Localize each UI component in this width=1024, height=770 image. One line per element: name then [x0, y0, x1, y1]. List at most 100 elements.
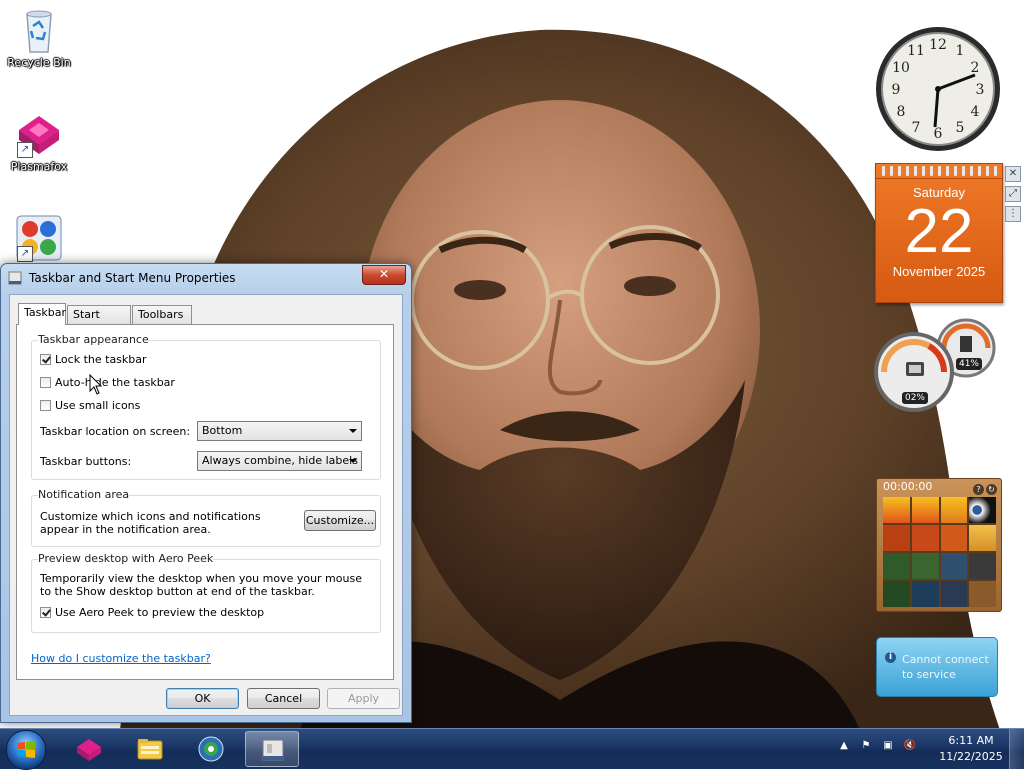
tab-start-menu[interactable]: Start Menu	[67, 305, 131, 339]
cpu-meter-icon	[874, 318, 996, 412]
desktop-icon-recycle-bin[interactable]: Recycle Bin	[1, 6, 77, 69]
desktop-icon-plasmafox[interactable]: ↗ Plasmafox	[1, 110, 77, 173]
plasmafox-icon: ↗	[15, 110, 63, 158]
puzzle-tile[interactable]	[911, 553, 939, 579]
calendar-gadget[interactable]: Saturday 22 November 2025	[875, 163, 1003, 303]
puzzle-tile[interactable]	[883, 553, 910, 579]
checkbox-checked-icon[interactable]	[40, 354, 51, 365]
puzzle-tile[interactable]	[883, 581, 910, 607]
desktop-icon-control-panel[interactable]: ↗	[1, 214, 77, 262]
show-hidden-icons-icon[interactable]: ▲	[836, 740, 852, 756]
checkbox-label: Use small icons	[55, 399, 141, 412]
windows-logo-icon	[17, 741, 35, 758]
dropdown-value: Bottom	[202, 424, 243, 437]
svg-text:10: 10	[892, 60, 910, 76]
puzzle-tile[interactable]	[883, 497, 910, 523]
aero-peek-checkbox[interactable]: Use Aero Peek to preview the desktop	[40, 606, 264, 619]
calendar-date: 22	[904, 197, 974, 266]
clock-time: 6:11 AM	[948, 734, 994, 747]
cancel-button[interactable]: Cancel	[247, 688, 320, 709]
taskbar-media-button[interactable]	[184, 731, 238, 767]
svg-text:12: 12	[929, 37, 947, 53]
aero-peek-description: Temporarily view the desktop when you mo…	[40, 572, 362, 598]
shortcut-arrow-icon: ↗	[17, 246, 33, 262]
group-heading: Taskbar appearance	[38, 333, 149, 346]
control-panel-icon: ↗	[15, 214, 63, 262]
puzzle-tile[interactable]	[940, 553, 968, 579]
svg-text:4: 4	[971, 104, 980, 120]
checkbox-checked-icon[interactable]	[40, 607, 51, 618]
chevron-down-icon	[349, 459, 357, 463]
mouse-cursor-icon	[89, 374, 103, 395]
ok-button[interactable]: OK	[166, 688, 239, 709]
taskbar-explorer-button[interactable]	[123, 731, 177, 767]
puzzle-tile[interactable]	[969, 497, 996, 523]
chevron-down-icon	[349, 429, 357, 433]
clock-gadget[interactable]: 12 1 2 345 678 9 10 11	[874, 25, 1002, 153]
puzzle-tile[interactable]	[969, 525, 996, 551]
location-dropdown[interactable]: Bottom	[197, 421, 362, 441]
puzzle-tile[interactable]	[969, 581, 996, 607]
dropdown-value: Always combine, hide labels	[202, 454, 358, 467]
cpu-meter-gadget[interactable]: 02% 41%	[874, 318, 1002, 414]
clock-date: 11/22/2025	[939, 750, 1003, 763]
media-icon	[198, 736, 224, 762]
puzzle-reset-icon[interactable]: ↻	[986, 484, 997, 495]
taskbar-properties-dialog[interactable]: Taskbar and Start Menu Properties ✕ Task…	[0, 263, 412, 723]
taskbar-plasmafox-button[interactable]	[62, 731, 116, 767]
weather-gadget[interactable]: i Cannot connect to service	[876, 637, 998, 697]
weather-message: Cannot connect to service	[902, 653, 989, 681]
puzzle-grid[interactable]	[883, 497, 996, 607]
svg-text:3: 3	[976, 82, 985, 98]
start-button[interactable]	[6, 730, 46, 770]
apply-button[interactable]: Apply	[327, 688, 400, 709]
customize-button[interactable]: Customize...	[304, 510, 376, 531]
cpu-percent: 02%	[902, 392, 928, 404]
volume-muted-icon[interactable]: 🔇	[902, 740, 918, 756]
location-label: Taskbar location on screen:	[40, 425, 191, 438]
picture-puzzle-gadget[interactable]: 00:00:00 ? ↻	[876, 478, 1002, 612]
network-icon[interactable]: ▣	[880, 740, 896, 756]
checkbox-unchecked-icon[interactable]	[40, 377, 51, 388]
taskbar-buttons-dropdown[interactable]: Always combine, hide labels	[197, 451, 362, 471]
aero-peek-group: Preview desktop with Aero Peek Temporari…	[31, 552, 381, 633]
svg-text:8: 8	[897, 104, 906, 120]
puzzle-tile[interactable]	[911, 497, 939, 523]
svg-text:5: 5	[956, 120, 965, 136]
checkbox-unchecked-icon[interactable]	[40, 400, 51, 411]
tray-clock[interactable]: 6:11 AM 11/22/2025	[939, 733, 1003, 765]
tab-taskbar[interactable]: Taskbar	[18, 303, 66, 325]
puzzle-tile[interactable]	[969, 553, 996, 579]
memory-percent: 41%	[956, 358, 982, 370]
tab-toolbars[interactable]: Toolbars	[132, 305, 192, 324]
puzzle-tile[interactable]	[911, 581, 939, 607]
gadget-close-icon[interactable]: ✕	[1005, 166, 1021, 182]
puzzle-tile[interactable]	[883, 525, 910, 551]
puzzle-tile[interactable]	[911, 525, 939, 551]
shortcut-arrow-icon: ↗	[17, 142, 33, 158]
puzzle-tile[interactable]	[940, 525, 968, 551]
clock-face-icon: 12 12 345 678 91011	[876, 27, 1000, 151]
checkbox-label: Auto-hide the taskbar	[55, 376, 175, 389]
notification-description: Customize which icons and notifications …	[40, 510, 261, 536]
puzzle-tile[interactable]	[940, 581, 968, 607]
puzzle-timer: 00:00:00	[883, 480, 933, 493]
gadget-options-icon[interactable]: ⤢	[1005, 186, 1021, 202]
help-link[interactable]: How do I customize the taskbar?	[31, 652, 211, 665]
show-desktop-button[interactable]	[1009, 729, 1024, 769]
puzzle-tile[interactable]	[940, 497, 968, 523]
dialog-titlebar[interactable]: Taskbar and Start Menu Properties ✕	[1, 264, 411, 292]
desktop-icon-label: Plasmafox	[10, 160, 68, 173]
auto-hide-checkbox[interactable]: Auto-hide the taskbar	[40, 376, 175, 389]
gadget-drag-icon[interactable]: ⋮	[1005, 206, 1021, 222]
puzzle-help-icon[interactable]: ?	[973, 484, 984, 495]
taskbar-control-panel-button[interactable]	[245, 731, 299, 767]
close-button[interactable]: ✕	[362, 265, 406, 285]
lock-taskbar-checkbox[interactable]: Lock the taskbar	[40, 353, 147, 366]
plasmafox-icon	[77, 739, 101, 761]
small-icons-checkbox[interactable]: Use small icons	[40, 399, 140, 412]
recycle-bin-icon	[15, 6, 63, 54]
calendar-month: November 2025	[892, 264, 986, 279]
action-center-flag-icon[interactable]: ⚑	[858, 740, 874, 756]
checkbox-label: Use Aero Peek to preview the desktop	[55, 606, 265, 619]
